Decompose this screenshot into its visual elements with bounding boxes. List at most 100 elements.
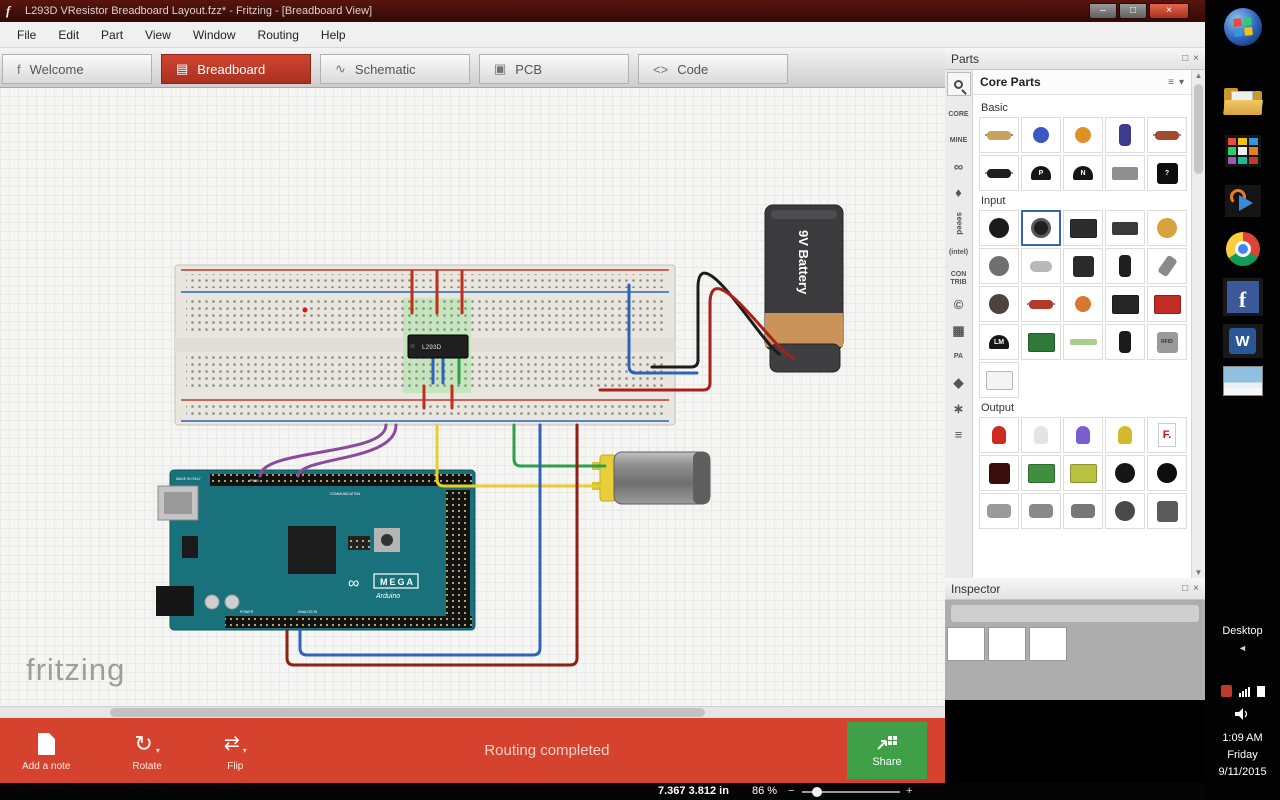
- pnp-transistor-icon[interactable]: P: [1021, 155, 1061, 191]
- mystery-part-icon[interactable]: ?: [1147, 155, 1187, 191]
- sparkfun-sensor-board-icon[interactable]: [1147, 286, 1187, 322]
- basic-potentiometer-icon[interactable]: [979, 210, 1019, 246]
- bin-tab-core[interactable]: CORE: [946, 102, 972, 128]
- menu-item-help[interactable]: Help: [310, 24, 357, 46]
- menu-item-file[interactable]: File: [6, 24, 47, 46]
- rotary-encoder-icon[interactable]: [979, 248, 1019, 284]
- windows-start-orb[interactable]: [1223, 8, 1262, 46]
- scrollbar-handle[interactable]: [110, 708, 705, 717]
- trimmer-potentiometer-icon[interactable]: [1147, 210, 1187, 246]
- rotate-button[interactable]: ↻ ▾ Rotate: [132, 729, 161, 773]
- tab-schematic[interactable]: ∿ Schematic: [320, 54, 470, 84]
- bin-tab-seeed[interactable]: seeed: [946, 206, 972, 240]
- microphone-icon[interactable]: [1147, 248, 1187, 284]
- mini-breadboard-icon[interactable]: [979, 362, 1019, 398]
- inductor-icon[interactable]: [1147, 117, 1187, 153]
- bin-tab-mine[interactable]: MINE: [946, 128, 972, 154]
- bin-tab-pa[interactable]: PA: [946, 344, 972, 370]
- tab-pcb[interactable]: ▣ PCB: [479, 54, 629, 84]
- arduino-mega[interactable]: ∞ MEGA Arduino MADE IN ITALY COMMUNICATI…: [156, 469, 476, 631]
- bin-tab-parallax[interactable]: ©: [946, 292, 972, 318]
- battery-9v[interactable]: 9V Battery: [764, 204, 844, 373]
- zoom-slider-handle[interactable]: [812, 787, 822, 797]
- rgb-led-icon[interactable]: [1063, 417, 1103, 453]
- diode-icon[interactable]: [979, 155, 1019, 191]
- zoom-in-button[interactable]: +: [906, 785, 912, 797]
- network-icon[interactable]: [1238, 687, 1250, 697]
- bin-tab-picaxe[interactable]: ▦: [946, 318, 972, 344]
- share-button[interactable]: Share: [847, 722, 927, 779]
- ceramic-capacitor-icon[interactable]: [1021, 117, 1061, 153]
- flip-button[interactable]: ⇄ ▾ Flip: [224, 729, 247, 772]
- maximize-button[interactable]: □: [1119, 3, 1147, 19]
- white-led-icon[interactable]: [1021, 417, 1061, 453]
- app-grid-icon[interactable]: [1224, 135, 1261, 167]
- tray-document-icon[interactable]: [1256, 686, 1265, 697]
- tilt-switch-icon[interactable]: [1105, 248, 1145, 284]
- ic-dip-icon[interactable]: [1105, 155, 1145, 191]
- resistor-icon[interactable]: [979, 117, 1019, 153]
- npn-transistor-icon[interactable]: N: [1063, 155, 1103, 191]
- crystal-icon[interactable]: [1021, 248, 1061, 284]
- sensor-module-icon[interactable]: [1021, 324, 1061, 360]
- bin-menu-icon[interactable]: ≡: [1168, 77, 1174, 88]
- inspector-swatch[interactable]: [988, 627, 1026, 661]
- inspector-undock-icon[interactable]: □: [1182, 583, 1188, 594]
- zoom-slider[interactable]: [802, 787, 900, 797]
- menu-item-window[interactable]: Window: [182, 24, 247, 46]
- dc-motor[interactable]: [592, 451, 711, 505]
- undock-icon[interactable]: □: [1182, 53, 1188, 64]
- tantalum-capacitor-icon[interactable]: [1063, 117, 1103, 153]
- photos-icon[interactable]: [1222, 366, 1263, 396]
- chrome-icon[interactable]: [1225, 232, 1260, 266]
- search-parts-button[interactable]: [946, 72, 971, 96]
- inspector-close-icon[interactable]: ×: [1193, 583, 1199, 594]
- close-button[interactable]: ×: [1149, 3, 1189, 19]
- loudspeaker-icon[interactable]: [1147, 455, 1187, 491]
- parts-scrollbar-handle[interactable]: [1194, 84, 1203, 174]
- bin-tab-adafruit[interactable]: ∞: [946, 154, 972, 180]
- probe-electrode-icon[interactable]: [1105, 324, 1145, 360]
- inspector-swatch[interactable]: [1029, 627, 1067, 661]
- flex-sensor-icon[interactable]: [1063, 324, 1103, 360]
- zoom-out-button[interactable]: −: [788, 785, 794, 797]
- stepper-motor-icon[interactable]: [1105, 493, 1145, 529]
- photoresistor-icon[interactable]: [979, 286, 1019, 322]
- bin-tab-more[interactable]: ≡: [946, 422, 972, 448]
- light-sensor-icon[interactable]: [1063, 286, 1103, 322]
- vibration-motor-icon[interactable]: [979, 493, 1019, 529]
- menu-item-view[interactable]: View: [134, 24, 182, 46]
- seven-segment-display-icon[interactable]: F.: [1147, 417, 1187, 453]
- tab-welcome[interactable]: f Welcome: [2, 54, 152, 84]
- media-player-icon[interactable]: [1224, 185, 1261, 217]
- electrolytic-capacitor-icon[interactable]: [1105, 117, 1145, 153]
- bi-color-led-icon[interactable]: [1105, 417, 1145, 453]
- tray-app-icon[interactable]: [1220, 685, 1232, 697]
- rotary-potentiometer-icon[interactable]: [1021, 210, 1061, 246]
- menu-item-part[interactable]: Part: [90, 24, 134, 46]
- l293d-chip[interactable]: L293D: [407, 334, 469, 359]
- inspector-swatch[interactable]: [947, 627, 985, 661]
- rfid-id12-module-icon[interactable]: RFID: [1147, 324, 1187, 360]
- bin-tab-snootlab[interactable]: ∗: [946, 396, 972, 422]
- bin-tab-intel[interactable]: (intel): [946, 240, 972, 266]
- lcd-16x2-icon[interactable]: [1021, 455, 1061, 491]
- volume-icon[interactable]: [1235, 708, 1250, 720]
- menu-item-routing[interactable]: Routing: [247, 24, 310, 46]
- breadboard-canvas[interactable]: 9V Battery ∞ MEGA Arduino MADE IN ITALY …: [0, 88, 945, 718]
- minimize-button[interactable]: –: [1089, 3, 1117, 19]
- tab-code[interactable]: <> Code: [638, 54, 788, 84]
- add-note-button[interactable]: Add a note: [22, 729, 70, 772]
- thermistor-icon[interactable]: [1021, 286, 1061, 322]
- lm35-temperature-sensor-icon[interactable]: LM: [979, 324, 1019, 360]
- folder-icon[interactable]: [1222, 85, 1263, 117]
- piezo-buzzer-icon[interactable]: [1105, 455, 1145, 491]
- tab-breadboard[interactable]: ▤ Breadboard: [161, 54, 311, 84]
- parts-scrollbar[interactable]: ▲ ▼: [1191, 70, 1205, 578]
- bin-tab-contrib[interactable]: CON TRIB: [946, 266, 972, 292]
- dip-switch-icon[interactable]: [1105, 210, 1145, 246]
- scroll-up-icon[interactable]: ▲: [1192, 71, 1205, 80]
- scroll-down-icon[interactable]: ▼: [1192, 568, 1205, 577]
- bin-menu-caret-icon[interactable]: ▾: [1179, 77, 1184, 88]
- slide-potentiometer-icon[interactable]: [1063, 210, 1103, 246]
